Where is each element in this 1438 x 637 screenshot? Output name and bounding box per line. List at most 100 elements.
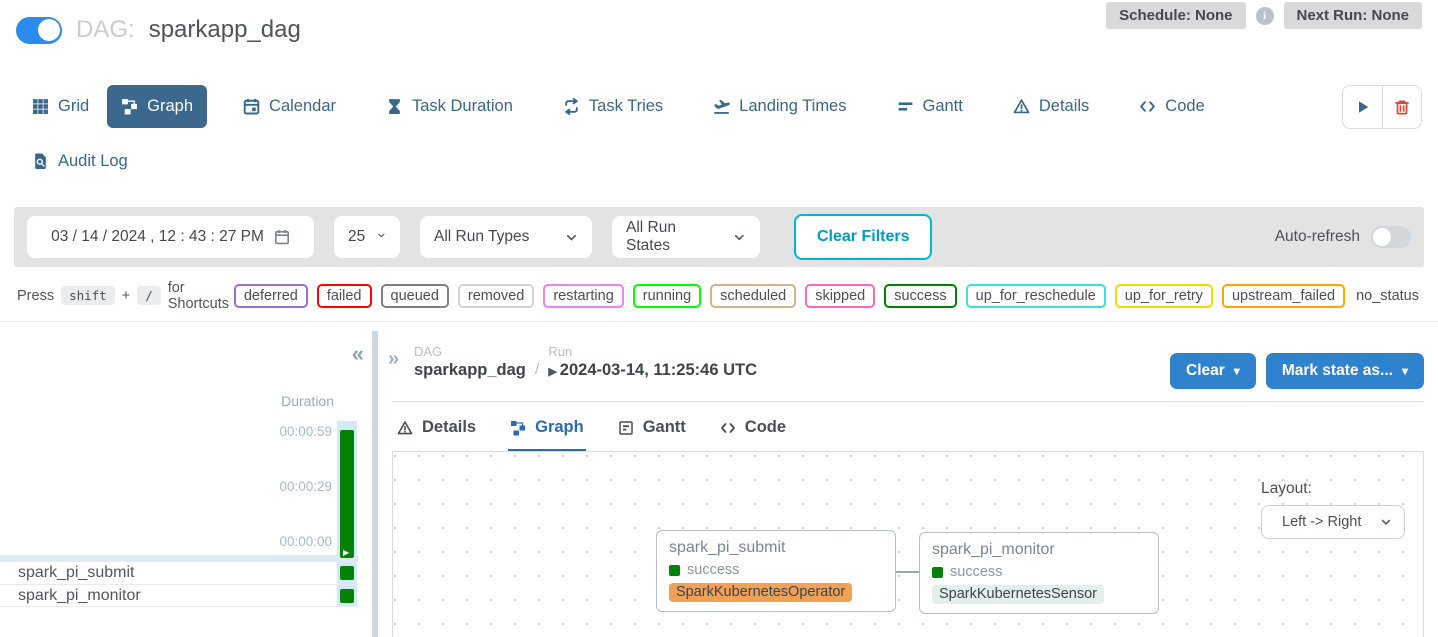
grid-sidebar: « Duration 00:00:59 00:00:29 00:00:00 ▶ … bbox=[0, 331, 372, 637]
layout-label: Layout: bbox=[1261, 480, 1405, 498]
mark-state-button[interactable]: Mark state as...▾ bbox=[1266, 353, 1424, 389]
status-badge-upstream-failed[interactable]: upstream_failed bbox=[1222, 284, 1345, 308]
breadcrumb-run-label: Run bbox=[548, 344, 757, 359]
task-edge bbox=[896, 571, 920, 573]
slash-key-badge: / bbox=[137, 286, 161, 305]
layout-select[interactable]: Left -> Right bbox=[1261, 505, 1405, 539]
dag-view-tabs: Grid Graph Calendar Task Duration Task T… bbox=[18, 85, 1338, 128]
next-run-badge: Next Run: None bbox=[1284, 2, 1423, 29]
breadcrumb: DAG sparkapp_dag / Run ▶2024-03-14, 11:2… bbox=[414, 344, 757, 380]
tab-task-duration[interactable]: Task Duration bbox=[372, 85, 527, 128]
status-badge-removed[interactable]: removed bbox=[458, 284, 534, 308]
status-badge-up-for-reschedule[interactable]: up_for_reschedule bbox=[966, 284, 1106, 308]
graph-node-spark-pi-monitor[interactable]: spark_pi_monitor success SparkKubernetes… bbox=[919, 532, 1159, 614]
status-badge-success[interactable]: success bbox=[884, 284, 956, 308]
trigger-dag-button[interactable] bbox=[1343, 86, 1382, 128]
repeat-icon bbox=[563, 98, 580, 115]
success-square-icon bbox=[932, 567, 943, 578]
node-status: success bbox=[687, 562, 739, 578]
dag-run-duration-bar[interactable]: ▶ bbox=[340, 430, 354, 558]
node-status: success bbox=[950, 564, 1002, 580]
operator-pill: SparkKubernetesSensor bbox=[932, 585, 1104, 604]
audit-log-icon bbox=[32, 153, 49, 170]
status-badge-deferred[interactable]: deferred bbox=[234, 284, 308, 308]
toggle-knob bbox=[38, 19, 60, 41]
status-badge-failed[interactable]: failed bbox=[317, 284, 372, 308]
clear-filters-button[interactable]: Clear Filters bbox=[794, 214, 932, 260]
run-tab-code[interactable]: Code bbox=[718, 407, 788, 452]
run-detail-panel: » DAG sparkapp_dag / Run ▶2024-03-14, 11… bbox=[378, 331, 1438, 637]
tab-graph[interactable]: Graph bbox=[107, 85, 207, 128]
task-instance-square[interactable] bbox=[340, 589, 354, 603]
auto-refresh-label: Auto-refresh bbox=[1275, 228, 1360, 246]
tab-grid[interactable]: Grid bbox=[18, 85, 103, 128]
run-states-select[interactable]: All Run States bbox=[612, 216, 760, 258]
dag-name: sparkapp_dag bbox=[149, 16, 301, 44]
expand-panel-icon[interactable]: » bbox=[388, 349, 399, 369]
run-tab-details[interactable]: Details bbox=[395, 407, 478, 452]
airflow-dag-page: DAG: sparkapp_dag Schedule: None i Next … bbox=[0, 0, 1438, 637]
duration-axis-label: Duration bbox=[281, 393, 334, 409]
dag-label: DAG: bbox=[76, 16, 135, 44]
legend-row: Press shift + / for Shortcuts deferred f… bbox=[0, 270, 1438, 322]
status-badge-queued[interactable]: queued bbox=[381, 284, 449, 308]
breadcrumb-dag-label: DAG bbox=[414, 344, 526, 359]
task-row-spark-pi-submit[interactable]: spark_pi_submit bbox=[0, 561, 358, 584]
play-icon bbox=[1355, 99, 1371, 115]
status-badge-scheduled[interactable]: scheduled bbox=[710, 284, 796, 308]
task-instance-square[interactable] bbox=[340, 566, 354, 580]
run-tab-gantt[interactable]: Gantt bbox=[616, 407, 688, 452]
warning-icon bbox=[397, 420, 413, 436]
auto-refresh-toggle[interactable] bbox=[1371, 226, 1411, 248]
status-badge-running[interactable]: running bbox=[633, 284, 701, 308]
tab-landing-times[interactable]: Landing Times bbox=[699, 85, 860, 128]
status-badge-up-for-retry[interactable]: up_for_retry bbox=[1115, 284, 1213, 308]
hourglass-icon bbox=[386, 98, 403, 115]
filter-bar: 03 / 14 / 2024 , 12 : 43 : 27 PM 25 All … bbox=[14, 207, 1424, 267]
chevron-down-icon bbox=[733, 231, 746, 244]
run-type-play-icon: ▶ bbox=[343, 548, 349, 557]
delete-dag-button[interactable] bbox=[1382, 86, 1421, 128]
run-actions: Clear▾ Mark state as...▾ bbox=[1170, 353, 1424, 389]
shortcut-hint: Press shift + / for Shortcuts bbox=[17, 280, 234, 312]
tab-calendar[interactable]: Calendar bbox=[229, 85, 350, 128]
task-row-spark-pi-monitor[interactable]: spark_pi_monitor bbox=[0, 584, 358, 607]
tab-audit-log[interactable]: Audit Log bbox=[18, 140, 142, 183]
status-badge-restarting[interactable]: restarting bbox=[543, 284, 623, 308]
num-runs-select[interactable]: 25 bbox=[334, 216, 400, 258]
run-tab-graph[interactable]: Graph bbox=[508, 407, 586, 452]
info-icon[interactable]: i bbox=[1256, 7, 1274, 25]
task-list: spark_pi_submit spark_pi_monitor bbox=[0, 561, 358, 607]
chevron-down-icon bbox=[565, 231, 578, 244]
clear-run-button[interactable]: Clear▾ bbox=[1170, 353, 1256, 389]
gantt-doc-icon bbox=[618, 420, 634, 436]
collapse-sidebar-icon[interactable]: « bbox=[352, 343, 364, 365]
base-date-input[interactable]: 03 / 14 / 2024 , 12 : 43 : 27 PM bbox=[27, 216, 314, 258]
tab-gantt[interactable]: Gantt bbox=[883, 85, 977, 128]
layout-control: Layout: Left -> Right bbox=[1261, 480, 1405, 539]
operator-pill: SparkKubernetesOperator bbox=[669, 583, 852, 602]
tab-details[interactable]: Details bbox=[999, 85, 1103, 128]
caret-down-icon: ▾ bbox=[1234, 364, 1240, 378]
caret-down-icon: ▾ bbox=[1402, 364, 1408, 378]
run-types-select[interactable]: All Run Types bbox=[420, 216, 592, 258]
panel-divider bbox=[392, 401, 1424, 402]
dag-pause-toggle[interactable] bbox=[16, 17, 62, 44]
page-header: DAG: sparkapp_dag bbox=[16, 16, 301, 44]
chevron-down-icon bbox=[1380, 516, 1392, 528]
calendar-picker-icon bbox=[274, 229, 290, 245]
breadcrumb-run-value[interactable]: ▶2024-03-14, 11:25:46 UTC bbox=[548, 361, 757, 380]
status-badge-no-status: no_status bbox=[1354, 286, 1421, 306]
duration-tick: 00:00:00 bbox=[279, 534, 332, 549]
run-type-play-icon: ▶ bbox=[548, 366, 556, 378]
graph-node-spark-pi-submit[interactable]: spark_pi_submit success SparkKubernetesO… bbox=[656, 530, 896, 612]
status-badge-skipped[interactable]: skipped bbox=[805, 284, 875, 308]
breadcrumb-dag-name[interactable]: sparkapp_dag bbox=[414, 361, 526, 380]
tab-code[interactable]: Code bbox=[1125, 85, 1218, 128]
duration-tick: 00:00:59 bbox=[279, 424, 332, 439]
tab-task-tries[interactable]: Task Tries bbox=[549, 85, 677, 128]
code-icon bbox=[720, 420, 736, 436]
graph-icon bbox=[121, 98, 138, 115]
graph-canvas[interactable]: Layout: Left -> Right spark_pi_submit su… bbox=[392, 451, 1424, 637]
chevron-down-icon bbox=[377, 231, 386, 244]
